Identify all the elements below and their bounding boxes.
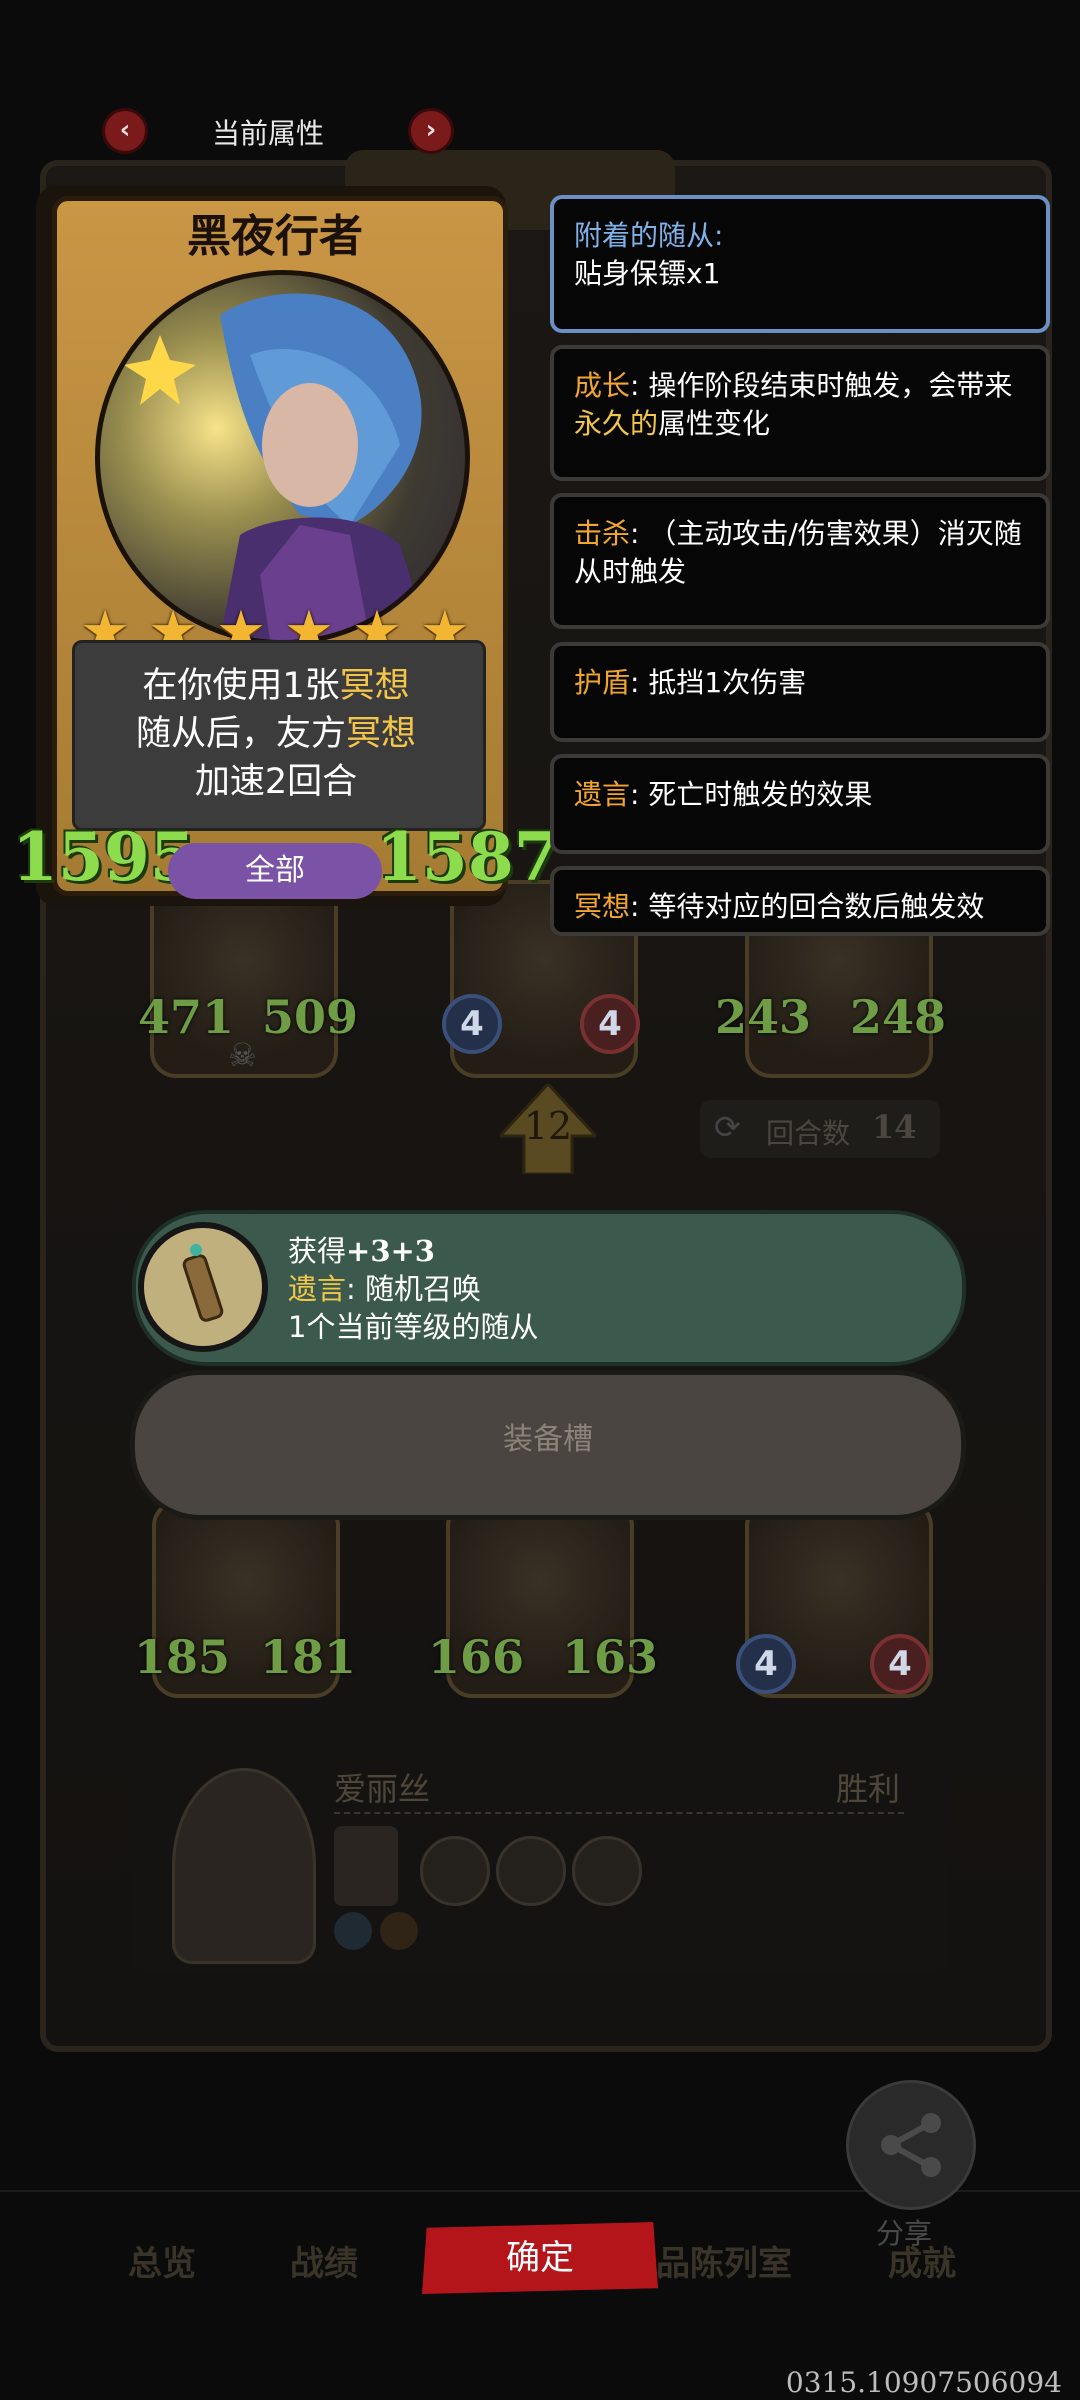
unit-4-health: 181 [260, 1630, 357, 1684]
unit-4-attack: 185 [134, 1630, 231, 1684]
attached-minion-panel: 附着的随从: 贴身保镖x1 [550, 195, 1050, 333]
buff-icon-1 [334, 1912, 372, 1950]
unit-1-health: 509 [262, 990, 359, 1044]
next-arrow-icon[interactable]: › [408, 108, 454, 154]
keyword-title: 护盾 [574, 666, 631, 699]
talisman-icon [182, 1244, 224, 1322]
unit-6-attack: 4 [736, 1634, 796, 1694]
battle-result: 胜利 [836, 1770, 901, 1808]
turn-label: 回合数 [766, 1117, 851, 1150]
loot-line-3: 1个当前等级的随从 [288, 1310, 539, 1344]
share-label: 分享 [876, 2217, 933, 2250]
share-icon [881, 2113, 941, 2177]
unit-5-attack: 166 [428, 1630, 525, 1684]
version-footer: 0315.10907506094 [785, 2366, 1062, 2399]
share-button[interactable] [846, 2080, 976, 2210]
card-name: 黑夜行者 [187, 211, 363, 262]
loot-line-1: 获得+3+3 [288, 1234, 435, 1268]
card-health: 1587 [376, 818, 560, 896]
tab-showcase[interactable]: 品陈列室 [656, 2236, 792, 2285]
opponent-name: 爱丽丝 [334, 1770, 431, 1808]
refresh-icon: ⟳ [714, 1108, 741, 1146]
unit-1-attack: 471 [138, 990, 235, 1044]
card-portrait [95, 270, 470, 645]
prev-arrow-icon[interactable]: ‹ [102, 108, 148, 154]
unit-6-health: 4 [870, 1634, 930, 1694]
panel-title: 当前属性 [212, 117, 325, 150]
opponent-minion-icon [334, 1826, 398, 1906]
loot-line-2: 遗言: 随机召唤 [288, 1272, 482, 1306]
keyword-title: 冥想 [574, 890, 631, 923]
unit-5-health: 163 [562, 1630, 659, 1684]
item-icon-2 [496, 1836, 566, 1906]
unit-2-attack: 4 [442, 994, 502, 1054]
attached-title: 附着的随从: [574, 219, 724, 252]
keyword-title: 成长 [574, 369, 631, 402]
confirm-button[interactable]: 确定 [422, 2222, 658, 2294]
keyword-growth: 成长: 操作阶段结束时触发，会带来永久的属性变化 [550, 345, 1050, 481]
tab-overview[interactable]: 总览 [128, 2236, 196, 2285]
unit-2-health: 4 [580, 994, 640, 1054]
skull-icon: ☠ [228, 1036, 257, 1074]
card-description: 在你使用1张冥想 随从后，友方冥想 加速2回合 [72, 662, 480, 806]
unit-3-health: 248 [850, 990, 947, 1044]
unit-3-attack: 243 [715, 990, 812, 1044]
keyword-meditate: 冥想: 等待对应的回合数后触发效 [550, 866, 1050, 936]
item-icon-1 [420, 1836, 490, 1906]
desc-line-3: 加速2回合 [194, 762, 358, 802]
item-icon-3 [572, 1836, 642, 1906]
keyword-title: 击杀 [574, 517, 631, 550]
desc-line-1: 在你使用1张冥想 [142, 666, 410, 706]
tab-record[interactable]: 战绩 [290, 2236, 358, 2285]
divider [334, 1812, 904, 1814]
equip-slot[interactable]: 装备槽 [130, 1370, 966, 1520]
turn-value: 14 [872, 1108, 917, 1146]
attached-value: 贴身保镖x1 [574, 257, 721, 290]
keyword-title: 遗言 [574, 778, 631, 811]
card-attack: 1595 [12, 818, 196, 896]
keyword-kill: 击杀: （主动攻击/伤害效果）消灭随从时触发 [550, 493, 1050, 629]
desc-line-2: 随从后，友方冥想 [135, 714, 417, 754]
loot-item-icon [138, 1222, 268, 1352]
keyword-deathrattle: 遗言: 死亡时触发的效果 [550, 754, 1050, 854]
tier-value: 12 [523, 1104, 573, 1148]
filter-all-button[interactable]: 全部 [168, 843, 382, 899]
opponent-avatar[interactable] [172, 1768, 316, 1964]
buff-icon-2 [380, 1912, 418, 1950]
night-walker-portrait [124, 293, 430, 640]
keyword-shield: 护盾: 抵挡1次伤害 [550, 642, 1050, 742]
